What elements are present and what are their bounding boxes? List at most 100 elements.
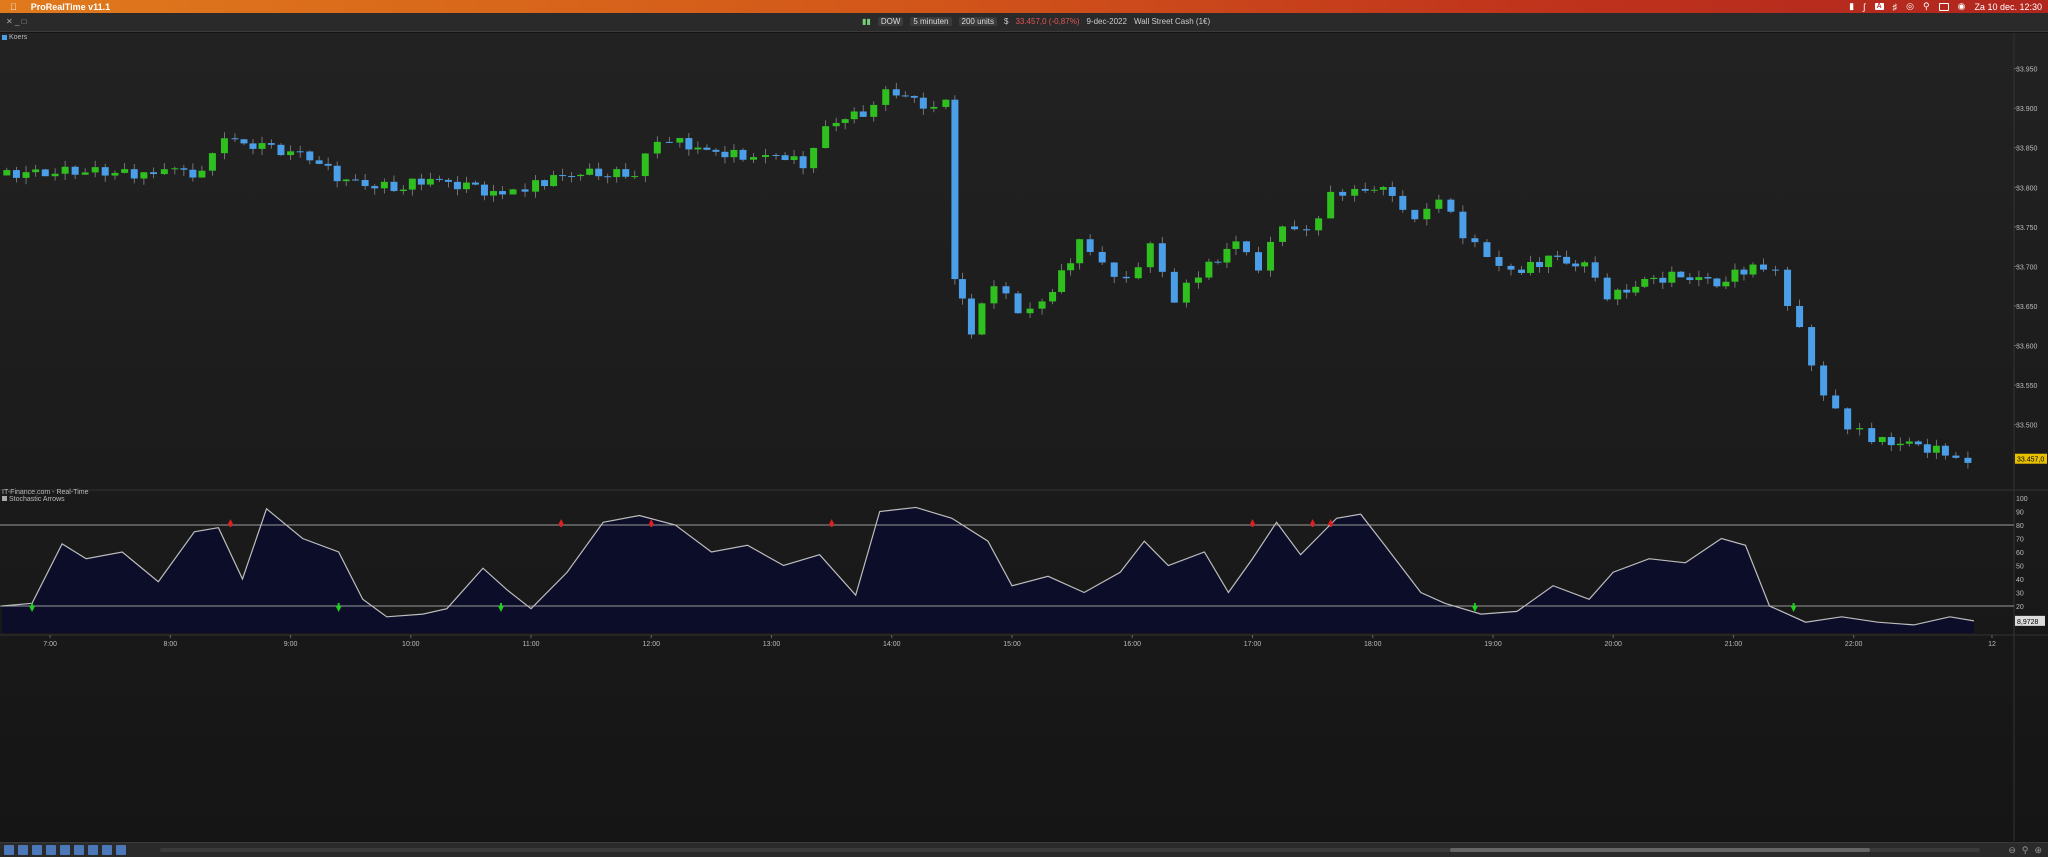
candle-body <box>12 170 20 178</box>
time-tick-label: 14:00 <box>883 641 901 648</box>
marker-tool-icon[interactable] <box>88 845 98 855</box>
battery-small-icon[interactable]: ▮ <box>1849 1 1854 12</box>
buy-arrow-stem <box>499 603 502 607</box>
candle-body <box>1399 195 1407 210</box>
candle-body <box>568 176 576 178</box>
line-tool-icon[interactable] <box>32 845 42 855</box>
candle-body <box>1896 443 1904 446</box>
candle-body <box>1914 441 1922 445</box>
panel-label[interactable]: Koers <box>9 34 28 41</box>
candle-body <box>435 178 443 180</box>
candle-body <box>1086 239 1094 252</box>
keyboard-input-icon[interactable]: A <box>1874 3 1884 10</box>
bluetooth2-icon[interactable]: ♯ <box>1893 2 1898 12</box>
chart-type-icon[interactable]: ▮▮ <box>862 17 871 26</box>
zoom-out-icon[interactable]: ⊖ <box>2008 845 2016 856</box>
control-center-icon[interactable] <box>1938 2 1949 11</box>
candle-body <box>1098 251 1106 263</box>
candle-body <box>1878 437 1886 443</box>
candle-body <box>1379 187 1387 190</box>
indicator-tool-icon[interactable] <box>102 845 112 855</box>
candle-body <box>1291 226 1299 230</box>
candle-body <box>1641 279 1649 287</box>
timeframe-select[interactable]: 5 minuten <box>910 17 952 26</box>
data-source: IT-Finance.com - Real-Time <box>2 489 89 496</box>
candle-body <box>489 191 497 196</box>
candle-body <box>296 151 304 153</box>
candle-body <box>958 279 966 299</box>
candle-body <box>1844 408 1852 430</box>
candle-body <box>631 176 639 178</box>
indicator-label[interactable]: Stochastic Arrows <box>9 496 65 503</box>
candle-body <box>665 141 673 143</box>
candle-body <box>1435 199 1443 209</box>
candle-body <box>1242 241 1250 253</box>
apple-icon[interactable]:  <box>10 2 17 12</box>
candle-body <box>1668 271 1676 283</box>
candle-body <box>703 147 711 150</box>
candle-body <box>1339 191 1347 196</box>
candle-body <box>150 172 158 175</box>
time-tick-label: 8:00 <box>164 641 178 648</box>
candle-body <box>781 155 789 161</box>
window-controls[interactable]: ✕ _ □ <box>6 17 26 26</box>
zoom-controls: ⊖ ⚲ ⊕ <box>2008 845 2042 856</box>
candle-body <box>1905 441 1913 444</box>
candle-body <box>1232 241 1240 249</box>
zoom-in-icon[interactable]: ⊕ <box>2034 845 2042 856</box>
candle-body <box>901 95 909 97</box>
buy-arrow-stem <box>31 603 34 607</box>
candle-body <box>1170 271 1178 303</box>
candle-body <box>990 286 998 304</box>
fib-tool-icon[interactable] <box>46 845 56 855</box>
units-select[interactable]: 200 units <box>958 17 997 26</box>
candle-body <box>1361 188 1369 191</box>
candle-body <box>1554 255 1562 257</box>
candle-body <box>532 180 540 192</box>
candle-body <box>930 106 938 109</box>
candle-body <box>1267 241 1275 271</box>
candle-body <box>81 172 89 175</box>
oscillator-panel <box>0 506 2014 633</box>
pencil-tool-icon[interactable] <box>4 845 14 855</box>
clock[interactable]: Za 10 dec. 12:30 <box>1974 2 2042 12</box>
chart-area[interactable]: 33.950 33.900 33.850 33.800 33.750 33.700 33.6… <box>0 33 2048 841</box>
candle-body <box>521 189 529 192</box>
candle-body <box>1686 277 1694 281</box>
time-tick-label: 11:00 <box>523 641 540 648</box>
cursor-tool-icon[interactable] <box>18 845 28 855</box>
scrollbar-thumb[interactable] <box>1450 848 1870 852</box>
search-icon[interactable]: ⚲ <box>1923 1 1930 12</box>
candle-body <box>1110 262 1118 277</box>
koers-swatch <box>2 35 7 40</box>
instrument-select[interactable]: DOW <box>877 17 904 26</box>
candle-body <box>1632 286 1640 293</box>
candle-body <box>1447 199 1455 212</box>
text-tool-icon[interactable] <box>60 845 70 855</box>
candle-body <box>1214 261 1222 263</box>
zoom-icon[interactable]: ⚲ <box>2022 845 2029 856</box>
candle-body <box>1808 327 1816 366</box>
candle-body <box>1122 276 1130 279</box>
candle-body <box>951 99 959 280</box>
candle-body <box>1856 428 1864 430</box>
layers-tool-icon[interactable] <box>116 845 126 855</box>
chart-labels: Koers IT-Finance.com - Real-Time Stochas… <box>2 34 89 503</box>
bluetooth-icon[interactable]: ∫ <box>1863 2 1865 12</box>
osc-current-label: 8,9728 <box>2017 619 2039 626</box>
candle-body <box>1623 289 1631 293</box>
candle-body <box>613 169 621 178</box>
time-scrollbar[interactable] <box>160 848 1980 852</box>
siri-icon[interactable]: ◉ <box>1958 1 1966 12</box>
candle-body <box>208 153 216 171</box>
app-name[interactable]: ProRealTime v11.1 <box>31 2 110 12</box>
candle-body <box>1194 277 1202 283</box>
candle-body <box>240 139 248 144</box>
candle-body <box>417 178 425 185</box>
shape-tool-icon[interactable] <box>74 845 84 855</box>
chart-svg[interactable]: 33.950 33.900 33.850 33.800 33.750 33.700 33.6… <box>0 33 2048 841</box>
wifi-icon[interactable]: ◎ <box>1906 1 1914 12</box>
candle-body <box>380 181 388 189</box>
candle-body <box>249 143 257 149</box>
candle-body <box>390 181 398 192</box>
